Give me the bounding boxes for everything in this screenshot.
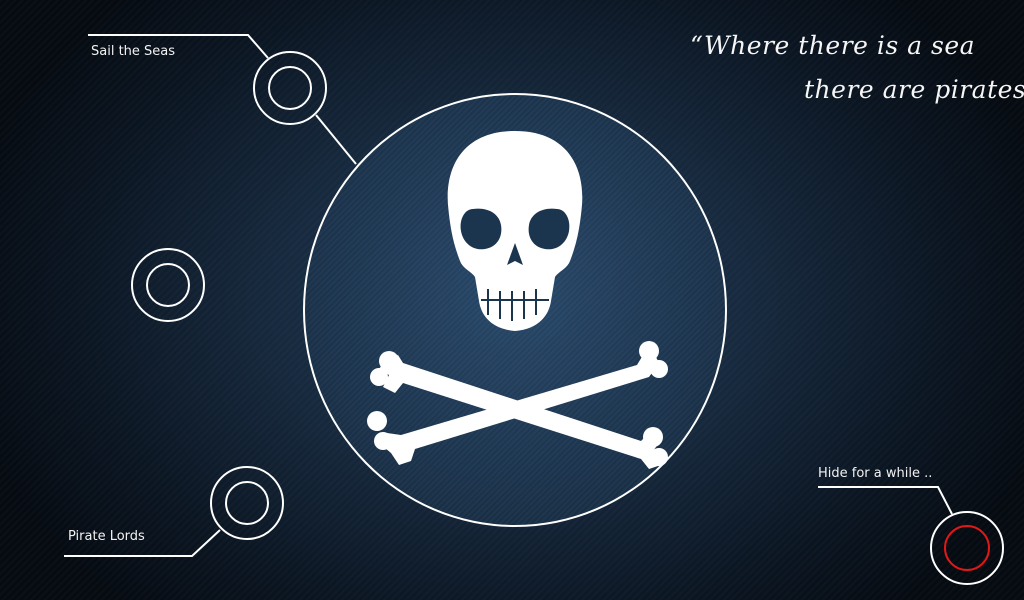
red-ring-icon [944,525,990,571]
teeth-line [481,299,549,301]
pirate-lords-button[interactable] [210,466,284,540]
ring-icon [146,263,190,307]
ring-icon [225,481,269,525]
teeth-gap-5 [535,289,537,315]
sail-the-seas-label[interactable]: Sail the Seas [91,44,175,59]
skull-and-crossbones-icon [367,131,668,469]
quote-line-1: “Where there is a sea [690,31,976,60]
hide-for-a-while-button[interactable] [930,511,1004,585]
teeth-gap-3 [511,291,513,321]
hide-connector-line [818,486,953,515]
hide-for-a-while-label[interactable]: Hide for a while .. [818,466,932,481]
teeth-gap-4 [523,291,525,319]
emblem-circle [303,93,727,527]
teeth-gap-1 [487,289,489,315]
quote-line-2: there are pirates” [804,75,1024,104]
teeth-gap-2 [499,291,501,319]
pirate-lords-label[interactable]: Pirate Lords [68,529,145,544]
middle-ring-button[interactable] [131,248,205,322]
